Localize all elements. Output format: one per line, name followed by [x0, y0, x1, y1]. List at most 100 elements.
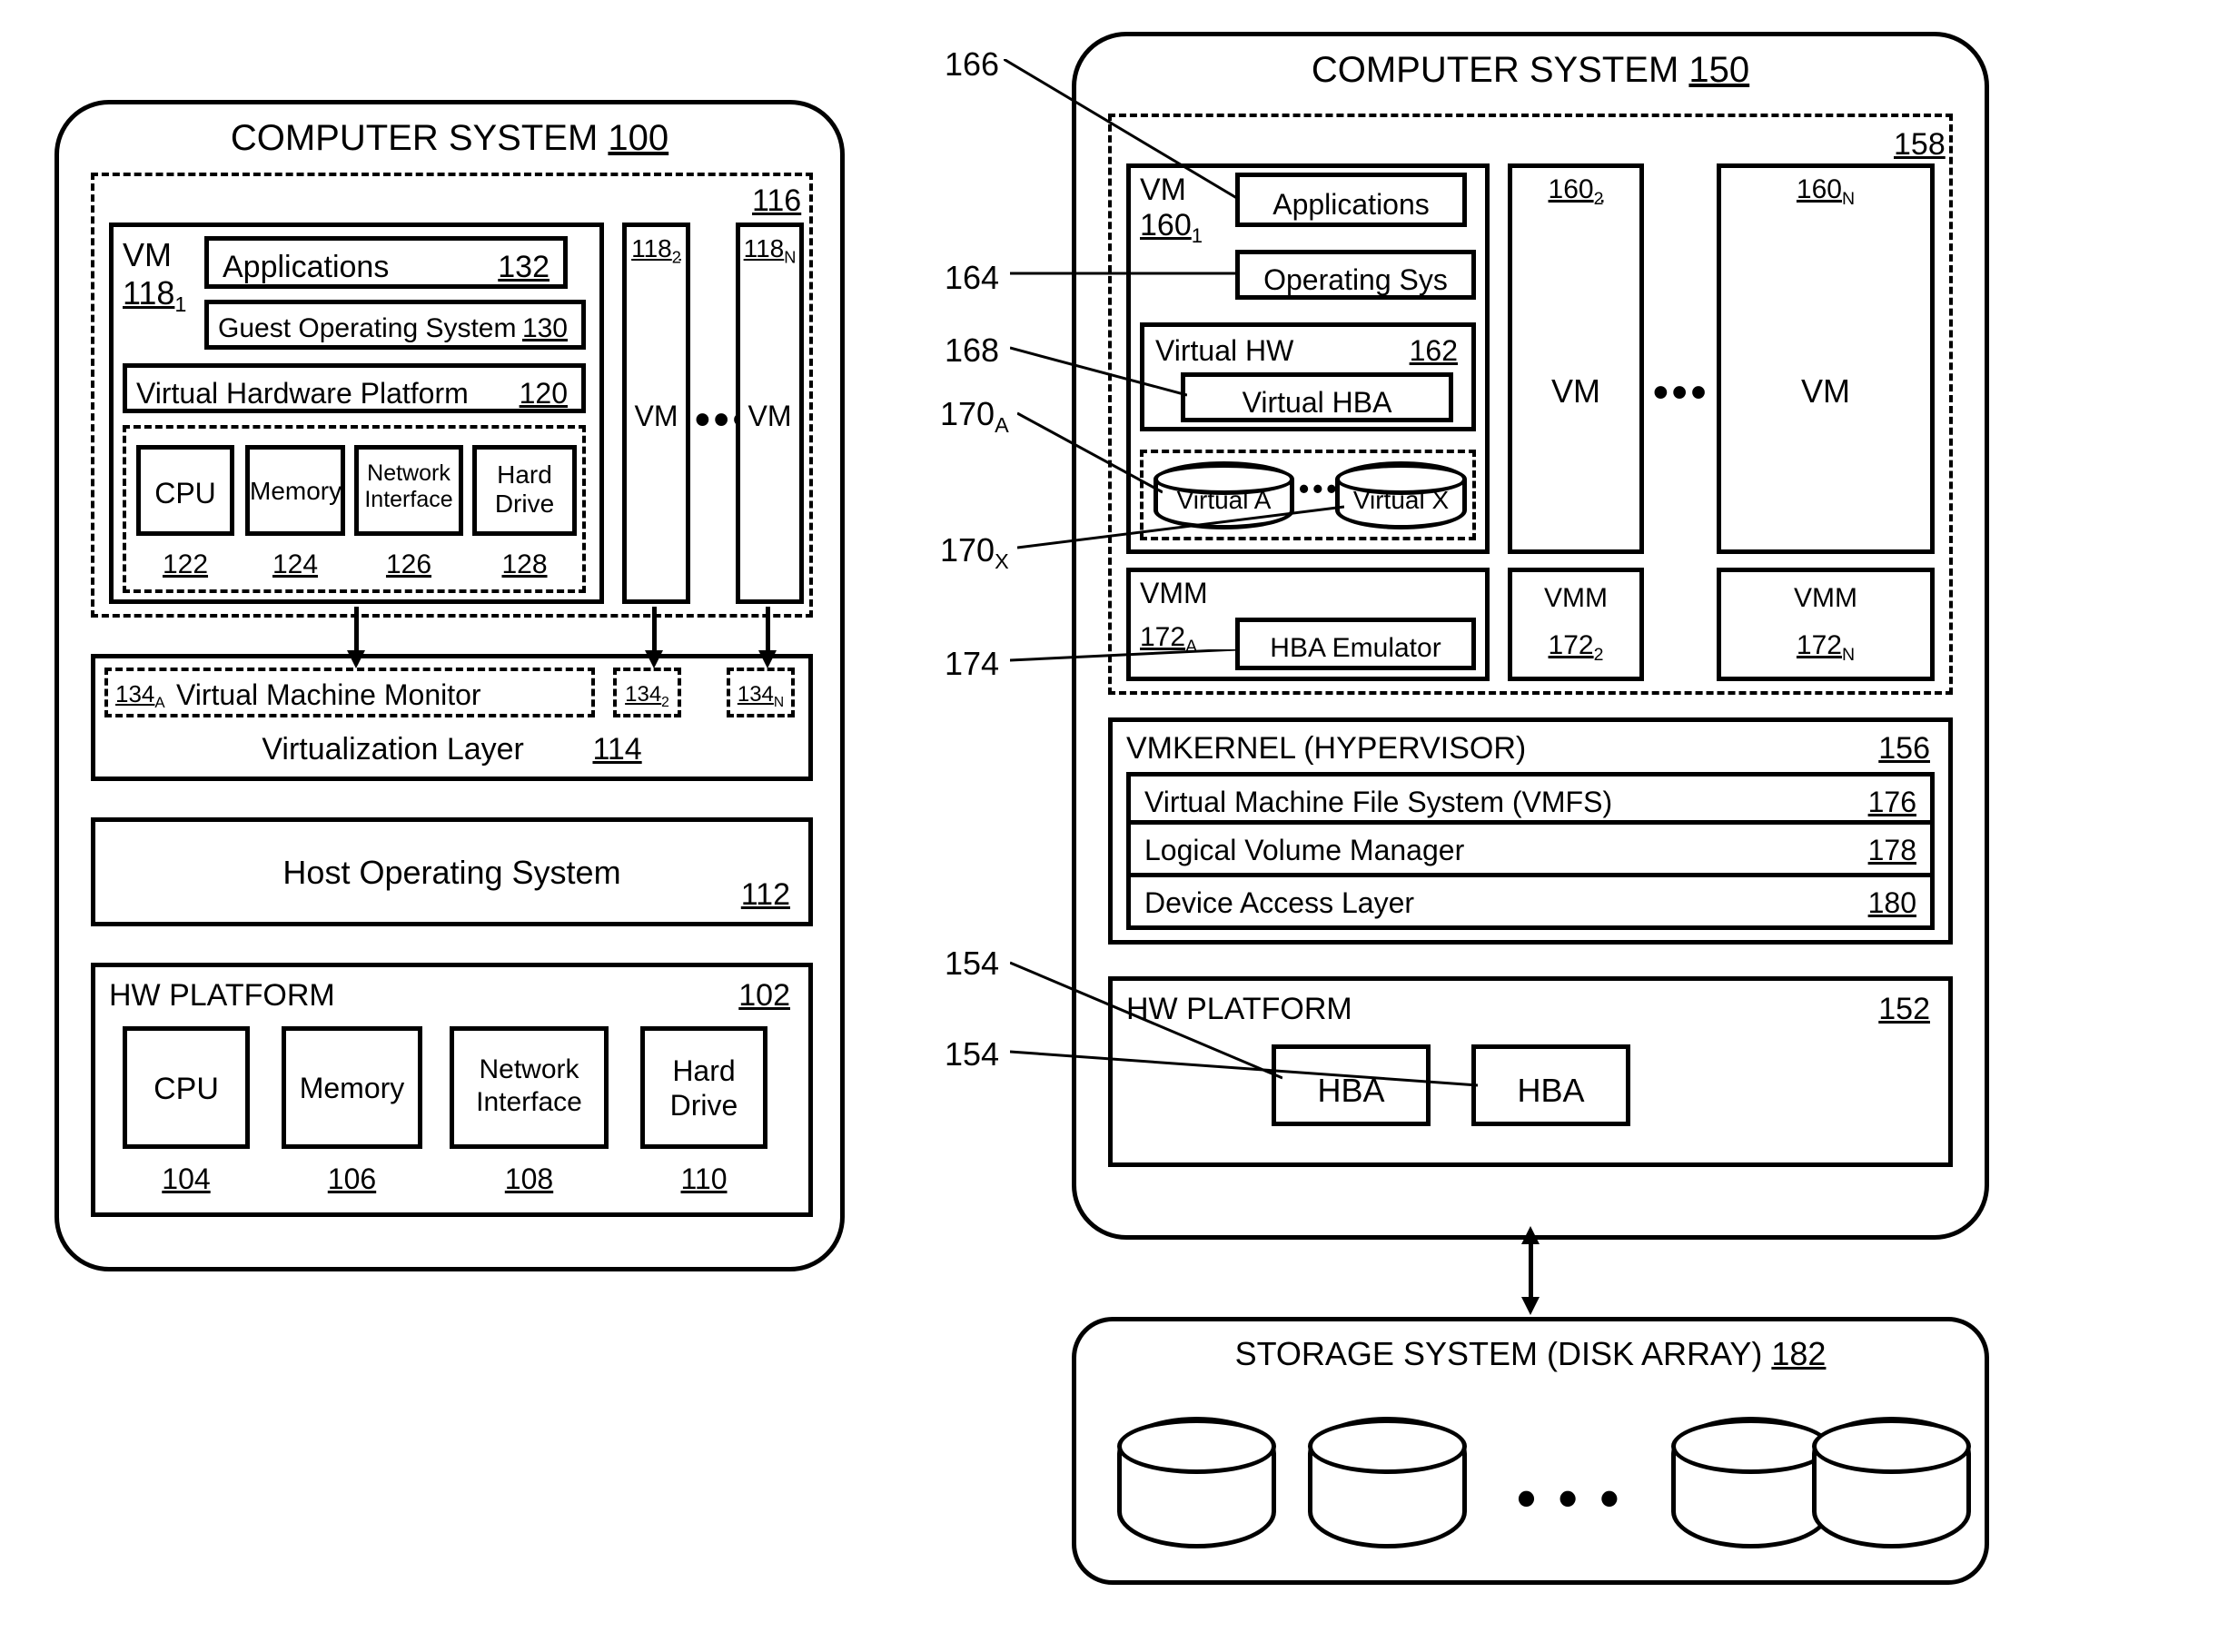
host-os-ref: 112 — [741, 877, 790, 913]
vmkernel-label: VMKERNEL (HYPERVISOR) — [1126, 731, 1526, 767]
vhdd-ref: 128 — [472, 549, 577, 580]
vmm-right-label: VMM — [1140, 577, 1208, 610]
ref-158: 158 — [1894, 127, 1946, 163]
vhw-ref: 162 — [1410, 334, 1458, 368]
host-os-label: Host Operating System — [95, 854, 808, 892]
vhp-120: Virtual Hardware Platform 120 — [123, 363, 586, 413]
vmm-2: 1342 — [613, 668, 681, 717]
hw-netif: Network Interface — [450, 1026, 609, 1149]
vmn-right-ref: 160N — [1717, 174, 1935, 210]
callout-154b: 154 — [945, 1035, 999, 1073]
hw-hdd-ref: 110 — [640, 1162, 767, 1196]
leader-line — [1004, 59, 1240, 204]
vmm-a-ref: 134A — [115, 680, 165, 712]
hba-2-label: HBA — [1476, 1072, 1626, 1110]
vmem-ref: 124 — [245, 549, 345, 580]
vm-label-1: VM 1181 — [123, 236, 186, 317]
vm2-label: VM — [622, 400, 690, 433]
leader-line — [1010, 271, 1237, 280]
vm2-ref: 1182 — [622, 234, 690, 268]
vm-160-n — [1717, 163, 1935, 554]
hw-netif-ref: 108 — [450, 1162, 609, 1196]
vmfs-label: Virtual Machine File System (VMFS) — [1144, 786, 1612, 819]
leader-line — [1010, 345, 1187, 400]
disk-icon — [1308, 1417, 1467, 1548]
vcpu-ref: 122 — [136, 549, 234, 580]
vnetif-label: Network Interface — [359, 460, 459, 513]
ellipsis-icon: ••• — [1653, 368, 1709, 418]
disk-icon — [1117, 1417, 1276, 1548]
vmm-172-n: VMM 172N — [1717, 568, 1935, 681]
hw-mem: Memory — [282, 1026, 422, 1149]
vhp-label: Virtual Hardware Platform — [136, 377, 469, 411]
vhba-168: Virtual HBA — [1181, 372, 1453, 422]
vmfs-ref: 176 — [1868, 786, 1916, 819]
host-os-112: Host Operating System 112 — [91, 817, 813, 926]
vm2-right-ref: 1602 — [1508, 174, 1644, 210]
vm-160-2 — [1508, 163, 1644, 554]
hba-2: HBA — [1471, 1044, 1630, 1126]
applications-132: Applications 132 — [204, 236, 568, 289]
vmm2-label: VMM — [1512, 583, 1639, 614]
apps-166: Applications — [1235, 173, 1467, 227]
vmm-a: 134A Virtual Machine Monitor — [104, 668, 595, 717]
vnetif-ref: 126 — [354, 549, 463, 580]
title-100: COMPUTER SYSTEM 100 — [59, 118, 840, 159]
vhdd: Hard Drive — [472, 445, 577, 536]
callout-164: 164 — [945, 259, 999, 297]
vmm-172-2: VMM 1722 — [1508, 568, 1644, 681]
disk-icon — [1671, 1417, 1830, 1548]
hw-mem-label: Memory — [286, 1072, 418, 1105]
vmem-label: Memory — [250, 477, 341, 506]
vcpu: CPU — [136, 445, 234, 536]
dal-180: Device Access Layer 180 — [1126, 877, 1935, 930]
vcpu-label: CPU — [141, 477, 230, 510]
vnetif: Network Interface — [354, 445, 463, 536]
hw-platform-ref: 102 — [738, 978, 790, 1014]
hw-platform-label: HW PLATFORM — [109, 978, 335, 1014]
hw-cpu-ref: 104 — [123, 1162, 250, 1196]
diagram-canvas: COMPUTER SYSTEM 100 116 VM 1181 Applicat… — [18, 18, 2218, 1634]
hw-platform-right-ref: 152 — [1878, 992, 1930, 1027]
os-164: Operating Sys — [1235, 250, 1476, 300]
hw-mem-ref: 106 — [282, 1162, 422, 1196]
dal-label: Device Access Layer — [1144, 886, 1414, 920]
storage-label: STORAGE SYSTEM (DISK ARRAY) 182 — [1076, 1335, 1985, 1373]
vmn-ref: 118N — [736, 234, 804, 268]
apps-ref: 132 — [498, 250, 550, 285]
leader-line — [1017, 504, 1344, 549]
leader-line — [1010, 1049, 1478, 1090]
lvm-label: Logical Volume Manager — [1144, 834, 1464, 867]
os-right-label: Operating Sys — [1240, 263, 1471, 297]
ellipsis-icon: • • • — [1517, 1467, 1622, 1529]
ellipsis-icon: ••• — [1299, 472, 1341, 506]
vhba-label: Virtual HBA — [1185, 386, 1449, 420]
hw-hdd: Hard Drive — [640, 1026, 767, 1149]
leader-line — [1010, 649, 1237, 663]
apps-right-label: Applications — [1240, 188, 1462, 222]
callout-170a: 170A — [940, 395, 1009, 438]
guest-os-label: Guest Operating System — [218, 313, 516, 344]
virt-layer-label: Virtualization Layer 114 — [95, 732, 808, 767]
vmm-n: 134N — [727, 668, 795, 717]
ref-116: 116 — [752, 183, 801, 219]
callout-174: 174 — [945, 645, 999, 683]
callout-170x: 170X — [940, 531, 1009, 574]
vmem: Memory — [245, 445, 345, 536]
hw-cpu: CPU — [123, 1026, 250, 1149]
vmfs-176: Virtual Machine File System (VMFS) 176 — [1126, 772, 1935, 825]
vmm-label: Virtual Machine Monitor — [176, 678, 481, 712]
vmmn-ref: 172N — [1721, 630, 1930, 666]
hba-emu-label: HBA Emulator — [1240, 633, 1471, 664]
vmn-right-label: VM — [1717, 372, 1935, 411]
leader-line — [1017, 411, 1163, 497]
guest-os-130: Guest Operating System 130 — [204, 300, 586, 350]
vhp-ref: 120 — [520, 377, 568, 411]
callout-154a: 154 — [945, 945, 999, 983]
dal-ref: 180 — [1868, 886, 1916, 920]
vmm2-ref: 1722 — [1512, 630, 1639, 666]
hw-netif-label: Network Interface — [454, 1054, 604, 1119]
apps-label: Applications — [223, 250, 389, 285]
lvm-178: Logical Volume Manager 178 — [1126, 825, 1935, 877]
vmkernel-ref: 156 — [1878, 731, 1930, 767]
